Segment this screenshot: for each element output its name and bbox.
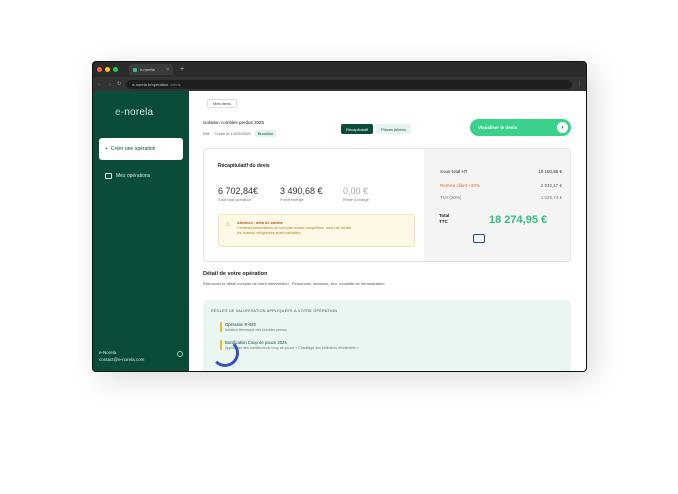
browser-window: e-norela × + ← → ↻ e-norela.fr/operation… xyxy=(93,62,586,371)
rule-item[interactable]: Opération R-020 Isolation thermique des … xyxy=(220,322,287,332)
url-host: e-norela.fr/operation xyxy=(132,81,169,87)
amount-label: Coût total opération xyxy=(218,198,252,202)
amount-label: Prime énergie xyxy=(280,198,304,202)
sidebar-item-my-operations[interactable]: Mes opérations xyxy=(105,173,150,179)
main-content: Mes devis Isolation combles perdus 2025 … xyxy=(189,91,586,371)
user-name: e-Norela xyxy=(99,350,117,355)
warning-banner: ⚠ Attention : délai de validité Certaine… xyxy=(218,214,415,247)
detail-title: Détail de votre opération xyxy=(203,271,268,277)
browser-tabbar: e-norela × + xyxy=(93,62,586,77)
status-badge: Brouillon xyxy=(254,130,277,137)
warning-icon: ⚠ xyxy=(225,222,231,228)
subtotal-row: Sous-total HT 10 160,86 € xyxy=(440,169,562,174)
user-block: e-Norela contact@e-norela.com xyxy=(99,349,183,363)
new-operation-button[interactable]: + Créer une opération xyxy=(99,138,183,160)
rules-header: RÈGLES DE VALORISATION APPLIQUÉES À VOTR… xyxy=(211,309,338,313)
folder-icon xyxy=(105,173,112,179)
new-tab-icon[interactable]: + xyxy=(180,66,184,73)
url-path: /devis xyxy=(170,81,181,87)
warning-text-1: Certaines informations ne sont pas encor… xyxy=(237,226,352,230)
view-quote-label: Visualiser le devis xyxy=(478,125,517,130)
screenshot-stage: e-norela × + ← → ↻ e-norela.fr/operation… xyxy=(0,0,678,494)
close-tab-icon[interactable]: × xyxy=(166,67,169,73)
tab-title: e-norela xyxy=(140,67,155,72)
tab-attachments[interactable]: Pièces jointes xyxy=(376,124,411,134)
loading-spinner-icon xyxy=(211,339,239,367)
favicon-icon xyxy=(133,67,137,72)
warning-text-2: les champs obligatoires avant validation… xyxy=(237,231,302,235)
warning-title: Attention : délai de validité xyxy=(237,221,283,225)
operation-title: Isolation combles perdus 2025 xyxy=(203,120,265,125)
rule-marker xyxy=(220,322,222,332)
amount-energy-bonus: 3 490,68 € Prime énergie xyxy=(280,186,323,202)
amount-total-cost: 6 702,84€ Coût total opération xyxy=(218,186,259,202)
browser-tab[interactable]: e-norela × xyxy=(129,64,173,75)
new-operation-label: Créer une opération xyxy=(110,146,156,152)
operation-meta: Réf. Créée le 12/05/2025 Brouillon xyxy=(203,130,277,137)
summary-title: Récapitulatif du devis xyxy=(218,163,270,169)
url-field[interactable]: e-norela.fr/operation /devis xyxy=(126,79,572,89)
breadcrumb[interactable]: Mes devis xyxy=(207,99,238,108)
operation-ref: Réf. xyxy=(203,131,211,136)
maximize-window-icon[interactable] xyxy=(113,67,118,72)
sidebar-item-label: Mes opérations xyxy=(116,173,151,179)
total-value: 18 274,95 € xyxy=(489,214,548,226)
tax-row: TVA (20%) 1 625,74 € xyxy=(440,195,562,200)
amount-remaining: 0,00 € Reste à charge xyxy=(343,186,369,202)
arrow-right-icon: › xyxy=(557,122,568,133)
plus-icon: + xyxy=(105,146,108,152)
forward-icon[interactable]: → xyxy=(107,81,112,87)
discount-row: Remise client +20% 2 032,17 € xyxy=(440,183,562,188)
back-icon[interactable]: ← xyxy=(97,81,102,87)
logo[interactable]: e-norela xyxy=(115,107,153,118)
sidebar: e-norela + Créer une opération Mes opéra… xyxy=(93,91,189,371)
total-label: Total TTC xyxy=(439,213,450,224)
view-quote-button[interactable]: Visualiser le devis › xyxy=(470,119,571,136)
tab-summary[interactable]: Récapitulatif xyxy=(341,124,374,134)
operation-date: Créée le 12/05/2025 xyxy=(214,131,251,136)
totals-panel xyxy=(424,149,570,261)
menu-icon[interactable]: ⋮ xyxy=(577,81,582,87)
app: e-norela + Créer une opération Mes opéra… xyxy=(93,91,586,371)
amount-label: Reste à charge xyxy=(343,198,369,202)
summary-card: Récapitulatif du devis 6 702,84€ Coût to… xyxy=(203,148,571,262)
view-tabs: Récapitulatif Pièces jointes xyxy=(341,124,411,134)
cursor-indicator xyxy=(473,234,485,243)
detail-subtitle: Retrouvez le détail complet de votre int… xyxy=(203,281,386,286)
close-window-icon[interactable] xyxy=(97,67,102,72)
user-email: contact@e-norela.com xyxy=(99,357,145,362)
minimize-window-icon[interactable] xyxy=(105,67,110,72)
reload-icon[interactable]: ↻ xyxy=(117,81,121,87)
rules-panel: RÈGLES DE VALORISATION APPLIQUÉES À VOTR… xyxy=(203,300,571,371)
logout-icon[interactable] xyxy=(177,351,183,357)
address-bar-row: ← → ↻ e-norela.fr/operation /devis ⋮ xyxy=(93,77,586,91)
rule-item[interactable]: Bonification Coup de pouce 2025 Applicat… xyxy=(220,340,359,350)
